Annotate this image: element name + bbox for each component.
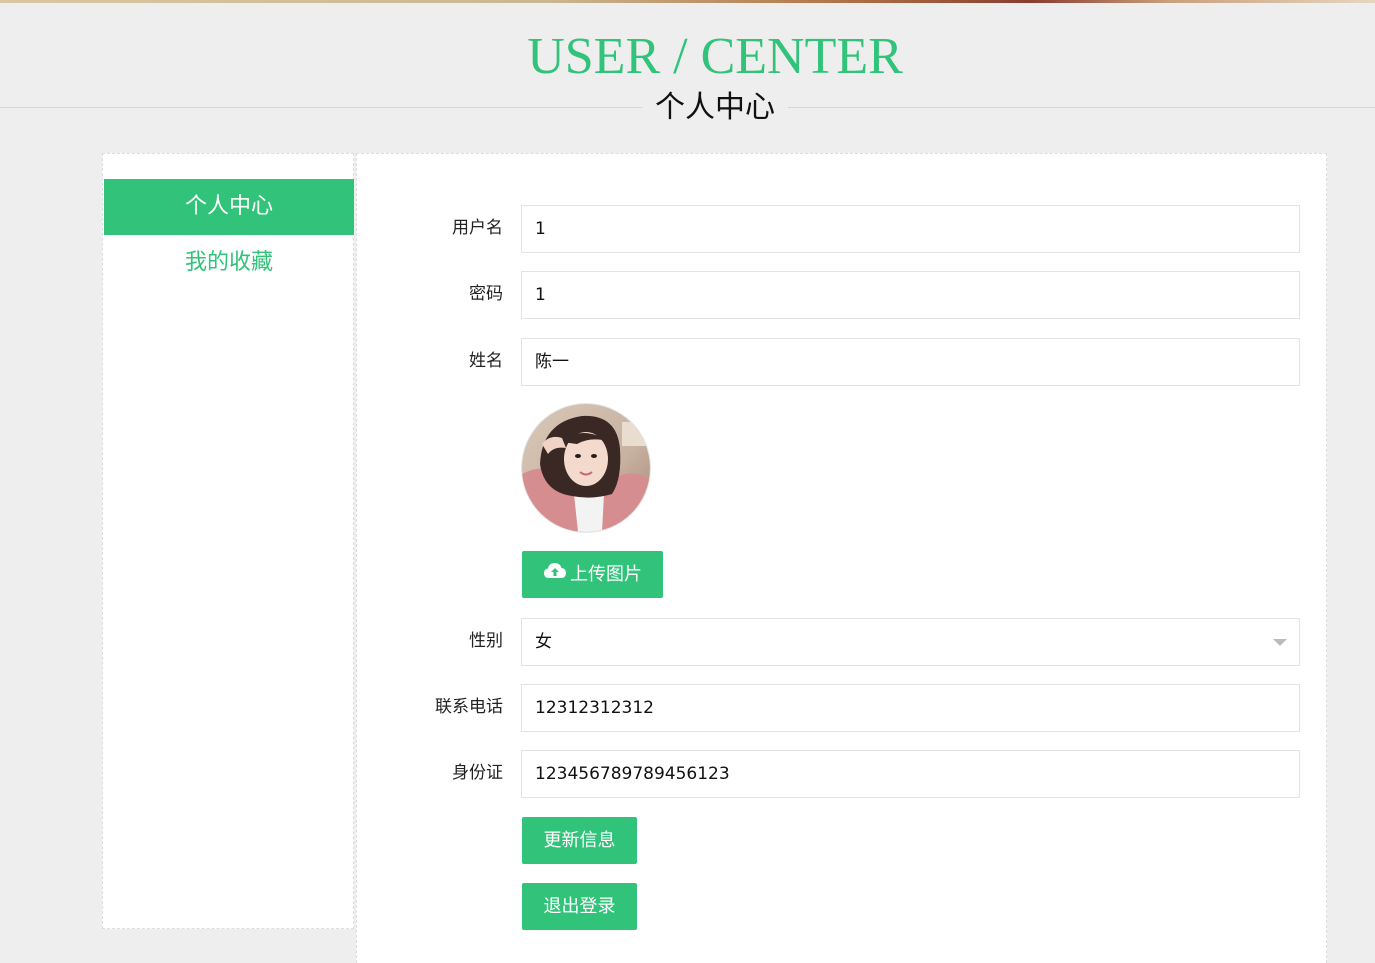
username-row: 用户名 1 — [357, 205, 1328, 253]
name-label: 姓名 — [469, 351, 503, 371]
gender-row: 性别 女 — [357, 618, 1328, 666]
password-row: 密码 1 — [357, 271, 1328, 319]
gender-label: 性别 — [469, 631, 503, 651]
logout-button[interactable]: 退出登录 — [522, 883, 637, 930]
password-label: 密码 — [469, 284, 503, 304]
avatar — [522, 404, 650, 532]
caret-down-icon — [1273, 639, 1287, 646]
sidebar-item-favorites[interactable]: 我的收藏 — [104, 235, 354, 291]
id-card-label: 身份证 — [452, 763, 503, 783]
sidebar: 个人中心 我的收藏 — [102, 153, 354, 929]
upload-button-label: 上传图片 — [570, 564, 642, 585]
name-row: 姓名 陈一 — [357, 338, 1328, 386]
page-header: USER / CENTER 个人中心 — [0, 0, 1375, 140]
phone-label: 联系电话 — [435, 697, 503, 717]
sidebar-item-user-center[interactable]: 个人中心 — [104, 179, 354, 235]
id-card-row: 身份证 123456789789456123 — [357, 750, 1328, 798]
gender-select[interactable]: 女 — [521, 618, 1300, 666]
username-label: 用户名 — [452, 218, 503, 238]
profile-form-panel: 用户名 1 密码 1 姓名 陈一 上传图片 性别 女 联系电话 12312312… — [356, 153, 1327, 963]
phone-row: 联系电话 12312312312 — [357, 684, 1328, 732]
gender-select-value: 女 — [535, 632, 552, 652]
cloud-upload-icon — [543, 550, 567, 597]
upload-image-button[interactable]: 上传图片 — [522, 551, 663, 598]
update-info-button[interactable]: 更新信息 — [522, 817, 637, 864]
avatar-photo — [522, 404, 650, 532]
username-input[interactable]: 1 — [521, 205, 1300, 253]
id-card-input[interactable]: 123456789789456123 — [521, 750, 1300, 798]
name-input[interactable]: 陈一 — [521, 338, 1300, 386]
page-title-cn: 个人中心 — [642, 88, 788, 128]
phone-input[interactable]: 12312312312 — [521, 684, 1300, 732]
password-input[interactable]: 1 — [521, 271, 1300, 319]
page-title-en: USER / CENTER — [527, 28, 903, 85]
